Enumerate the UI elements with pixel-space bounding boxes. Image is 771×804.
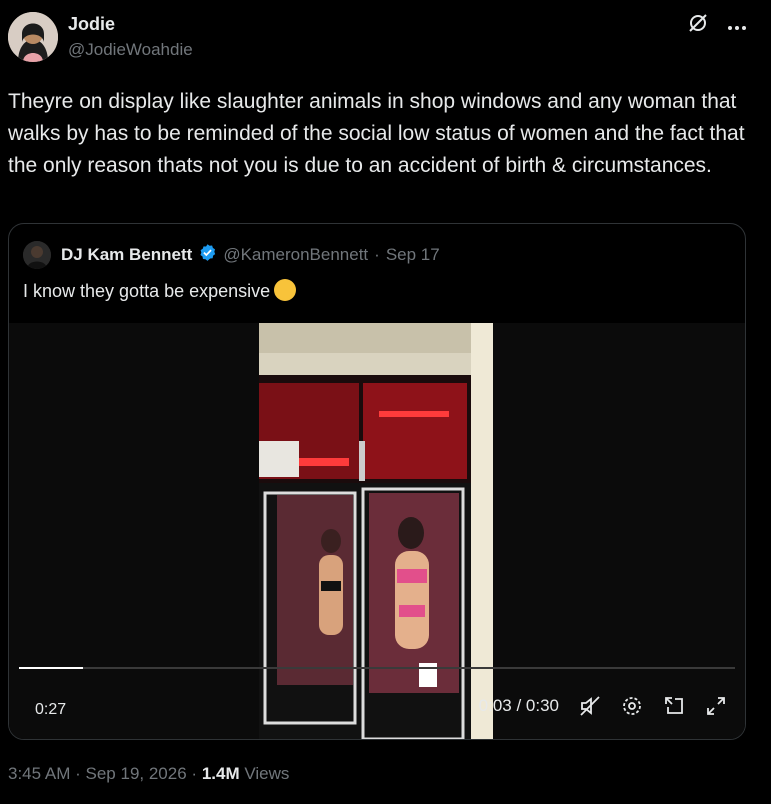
- quoted-author-handle[interactable]: @KameronBennett: [223, 245, 368, 265]
- video-progress-track[interactable]: [19, 667, 735, 669]
- quoted-tweet-text-content: I know they gotta be expensive: [23, 281, 271, 301]
- views-label: Views: [244, 764, 290, 783]
- video-time-display: 0:03 / 0:30: [478, 696, 559, 715]
- views-count: 1.4M: [201, 764, 240, 783]
- meta-separator-2: ·: [191, 764, 198, 783]
- quoted-tweet-header: DJ Kam Bennett @KameronBennett · Sep 17: [23, 241, 440, 269]
- tweet-meta: 3:45 AM · Sep 19, 2026 · 1.4M Views: [8, 764, 289, 784]
- pip-icon[interactable]: [663, 695, 685, 717]
- video-controls: 0:03 / 0:30: [479, 695, 727, 717]
- quoted-author-avatar[interactable]: [23, 241, 51, 269]
- tweet-time[interactable]: 3:45 AM: [8, 764, 70, 783]
- tweet-top-actions: [687, 12, 747, 38]
- video-elapsed-label: 0:27: [35, 701, 67, 718]
- tweet-text: Theyre on display like slaughter animals…: [8, 90, 745, 177]
- author-name[interactable]: Jodie: [68, 14, 115, 35]
- video-frame[interactable]: [259, 323, 493, 739]
- tweet-date[interactable]: Sep 19, 2026: [86, 764, 187, 783]
- more-icon[interactable]: [727, 15, 747, 35]
- author-handle[interactable]: @JodieWoahdie: [68, 40, 193, 60]
- quoted-tweet[interactable]: DJ Kam Bennett @KameronBennett · Sep 17 …: [8, 223, 746, 740]
- fullscreen-icon[interactable]: [705, 695, 727, 717]
- author-avatar[interactable]: [8, 12, 58, 62]
- quoted-tweet-date[interactable]: Sep 17: [386, 245, 440, 265]
- verified-badge-icon: [198, 243, 217, 267]
- relieved-face-emoji: [274, 279, 297, 301]
- settings-icon[interactable]: [621, 695, 643, 717]
- quoted-author-name[interactable]: DJ Kam Bennett: [61, 245, 192, 265]
- video-player[interactable]: 0:27 0:03 / 0:30: [9, 323, 745, 739]
- quoted-tweet-text: I know they gotta be expensive: [23, 279, 297, 302]
- separator: ·: [374, 245, 380, 264]
- video-progress-fill: [19, 667, 83, 669]
- mute-icon[interactable]: [579, 695, 601, 717]
- meta-separator: ·: [75, 764, 81, 783]
- grok-icon[interactable]: [687, 12, 709, 38]
